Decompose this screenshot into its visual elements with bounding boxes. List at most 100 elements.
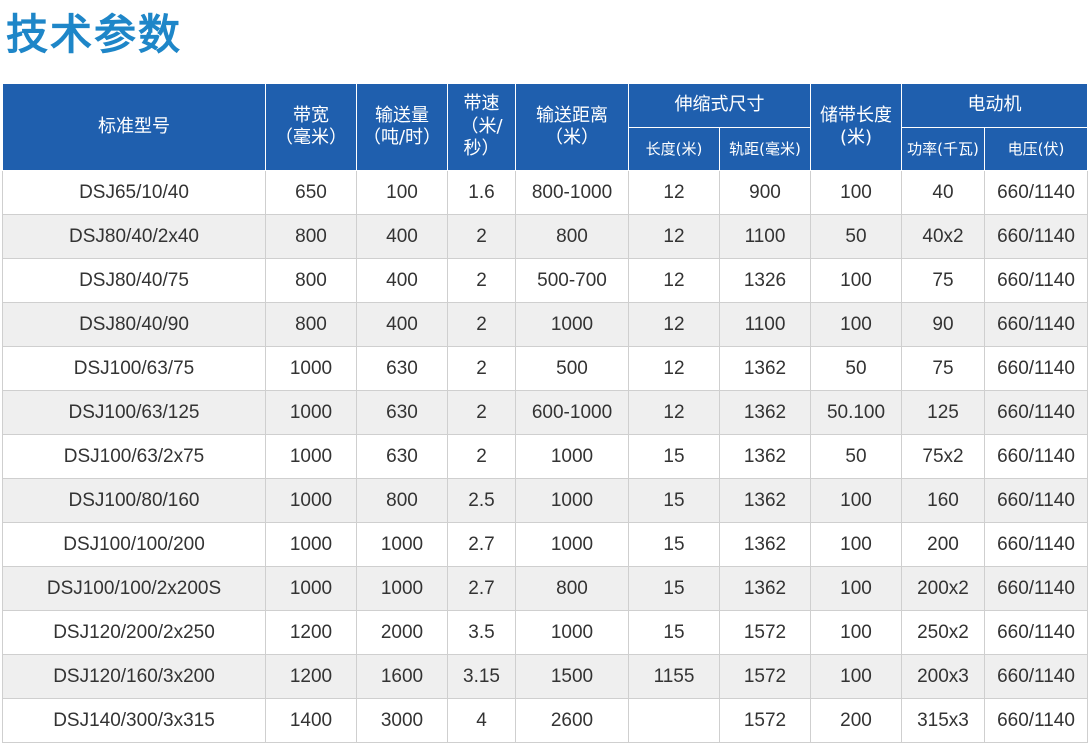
cell-gauge: 1362: [719, 346, 811, 391]
table-row: DSJ140/300/3x315 1400 3000 4 2600 1572 200 315x…: [2, 698, 1088, 743]
cell-gauge: 1362: [719, 390, 811, 435]
table-row: DSJ100/100/200 1000 1000 2.7 1000 15 1362 100 20…: [2, 522, 1088, 567]
cell-gauge: 1362: [719, 478, 811, 523]
cell-length: 15: [628, 610, 720, 655]
cell-voltage: 660/1140: [984, 654, 1088, 699]
cell-voltage: 660/1140: [984, 522, 1088, 567]
cell-distance: 1500: [515, 654, 629, 699]
cell-power: 125: [901, 390, 985, 435]
cell-belt-speed: 2.7: [447, 522, 516, 567]
cell-storage-length: 100: [810, 610, 902, 655]
cell-storage-length: 100: [810, 478, 902, 523]
cell-voltage: 660/1140: [984, 698, 1088, 743]
cell-belt-speed: 3.5: [447, 610, 516, 655]
cell-gauge: 900: [719, 170, 811, 215]
cell-storage-length: 100: [810, 522, 902, 567]
cell-storage-length: 50: [810, 214, 902, 259]
cell-storage-length: 200: [810, 698, 902, 743]
cell-capacity: 1000: [356, 566, 448, 611]
cell-capacity: 2000: [356, 610, 448, 655]
table-row: DSJ65/10/40 650 100 1.6 800-1000 12 900 100 40 66…: [2, 170, 1088, 215]
cell-power: 75: [901, 346, 985, 391]
cell-belt-width: 1200: [265, 610, 357, 655]
cell-capacity: 400: [356, 302, 448, 347]
cell-belt-width: 650: [265, 170, 357, 215]
cell-power: 40x2: [901, 214, 985, 259]
cell-belt-width: 1000: [265, 390, 357, 435]
cell-model: DSJ120/160/3x200: [2, 654, 266, 699]
cell-gauge: 1100: [719, 214, 811, 259]
cell-belt-speed: 3.15: [447, 654, 516, 699]
header-belt-width: 带宽 （毫米）: [265, 83, 357, 171]
cell-belt-width: 1000: [265, 522, 357, 567]
cell-gauge: 1572: [719, 698, 811, 743]
cell-length: 15: [628, 566, 720, 611]
cell-distance: 500: [515, 346, 629, 391]
cell-belt-width: 800: [265, 214, 357, 259]
cell-length: 12: [628, 346, 720, 391]
cell-model: DSJ100/63/125: [2, 390, 266, 435]
cell-power: 160: [901, 478, 985, 523]
cell-model: DSJ80/40/90: [2, 302, 266, 347]
cell-gauge: 1326: [719, 258, 811, 303]
table-row: DSJ100/63/2x75 1000 630 2 1000 15 1362 50 75x2 66…: [2, 434, 1088, 479]
cell-length: 12: [628, 302, 720, 347]
cell-gauge: 1362: [719, 522, 811, 567]
cell-power: 200x3: [901, 654, 985, 699]
cell-model: DSJ100/80/160: [2, 478, 266, 523]
cell-capacity: 1600: [356, 654, 448, 699]
cell-voltage: 660/1140: [984, 302, 1088, 347]
cell-model: DSJ100/63/2x75: [2, 434, 266, 479]
cell-belt-width: 1000: [265, 434, 357, 479]
header-distance: 输送距离 （米）: [515, 83, 629, 171]
table-row: DSJ100/100/2x200S 1000 1000 2.7 800 15 1362 100…: [2, 566, 1088, 611]
cell-length: 1155: [628, 654, 720, 699]
cell-power: 75: [901, 258, 985, 303]
cell-belt-width: 1000: [265, 478, 357, 523]
header-telescopic: 伸缩式尺寸: [628, 83, 811, 128]
cell-power: 75x2: [901, 434, 985, 479]
cell-length: 15: [628, 478, 720, 523]
cell-storage-length: 100: [810, 258, 902, 303]
cell-length: 12: [628, 258, 720, 303]
table-row: DSJ120/200/2x250 1200 2000 3.5 1000 15 1572 100…: [2, 610, 1088, 655]
cell-model: DSJ100/63/75: [2, 346, 266, 391]
header-power: 功率(千瓦): [901, 127, 985, 171]
cell-length: [628, 698, 720, 743]
cell-distance: 1000: [515, 610, 629, 655]
table-row: DSJ100/80/160 1000 800 2.5 1000 15 1362 100 160 6…: [2, 478, 1088, 523]
cell-model: DSJ120/200/2x250: [2, 610, 266, 655]
cell-voltage: 660/1140: [984, 258, 1088, 303]
cell-storage-length: 100: [810, 302, 902, 347]
cell-capacity: 1000: [356, 522, 448, 567]
cell-power: 200: [901, 522, 985, 567]
cell-gauge: 1362: [719, 566, 811, 611]
cell-model: DSJ65/10/40: [2, 170, 266, 215]
cell-length: 12: [628, 170, 720, 215]
cell-belt-width: 800: [265, 258, 357, 303]
header-capacity: 输送量 （吨/时）: [356, 83, 448, 171]
cell-belt-width: 800: [265, 302, 357, 347]
cell-belt-speed: 2: [447, 390, 516, 435]
cell-capacity: 400: [356, 258, 448, 303]
header-length: 长度(米): [628, 127, 720, 171]
cell-belt-speed: 2.5: [447, 478, 516, 523]
cell-model: DSJ100/100/2x200S: [2, 566, 266, 611]
header-motor: 电动机: [901, 83, 1088, 128]
cell-length: 12: [628, 390, 720, 435]
cell-belt-speed: 4: [447, 698, 516, 743]
table-body: DSJ65/10/40 650 100 1.6 800-1000 12 900 100 40 66…: [2, 170, 1088, 743]
cell-capacity: 800: [356, 478, 448, 523]
table-row: DSJ80/40/75 800 400 2 500-700 12 1326 100 75 660/…: [2, 258, 1088, 303]
page-title: 技术参数: [6, 10, 183, 59]
table-row: DSJ120/160/3x200 1200 1600 3.15 1500 1155 1572…: [2, 654, 1088, 699]
cell-capacity: 630: [356, 434, 448, 479]
table-row: DSJ100/63/125 1000 630 2 600-1000 12 1362 50.10…: [2, 390, 1088, 435]
cell-storage-length: 100: [810, 654, 902, 699]
cell-voltage: 660/1140: [984, 434, 1088, 479]
cell-distance: 600-1000: [515, 390, 629, 435]
header-voltage: 电压(伏): [984, 127, 1088, 171]
cell-distance: 1000: [515, 478, 629, 523]
cell-power: 90: [901, 302, 985, 347]
cell-voltage: 660/1140: [984, 346, 1088, 391]
